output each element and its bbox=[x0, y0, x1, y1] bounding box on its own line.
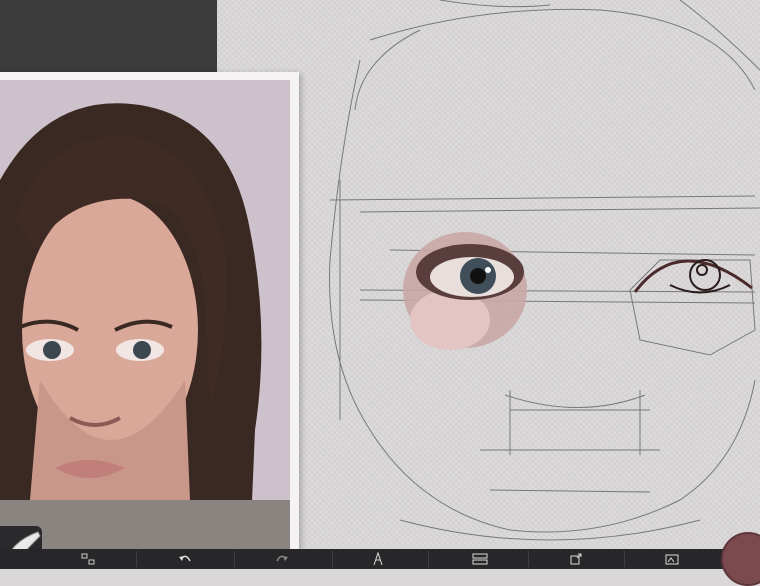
toolbar-divider bbox=[332, 551, 333, 567]
painted-eye-left bbox=[403, 232, 527, 350]
reference-image-panel[interactable] bbox=[0, 72, 299, 549]
color-picker-swatch[interactable] bbox=[721, 532, 760, 586]
reference-photo bbox=[0, 80, 290, 549]
gallery-icon[interactable] bbox=[652, 549, 692, 569]
transform-icon[interactable] bbox=[68, 549, 108, 569]
bottom-toolbar bbox=[0, 549, 760, 569]
brush-settings-icon[interactable] bbox=[358, 549, 398, 569]
toolbar-divider bbox=[136, 551, 137, 567]
toolbar-divider bbox=[234, 551, 235, 567]
outlined-eye-right bbox=[633, 259, 753, 294]
toolbar-divider bbox=[528, 551, 529, 567]
layers-icon[interactable] bbox=[460, 549, 500, 569]
toolbar-divider bbox=[428, 551, 429, 567]
redo-icon[interactable] bbox=[262, 549, 302, 569]
undo-icon[interactable] bbox=[165, 549, 205, 569]
canvas-background-dark bbox=[0, 0, 217, 72]
toolbar-divider bbox=[624, 551, 625, 567]
sketch-drawing bbox=[329, 0, 760, 541]
export-icon[interactable] bbox=[556, 549, 596, 569]
